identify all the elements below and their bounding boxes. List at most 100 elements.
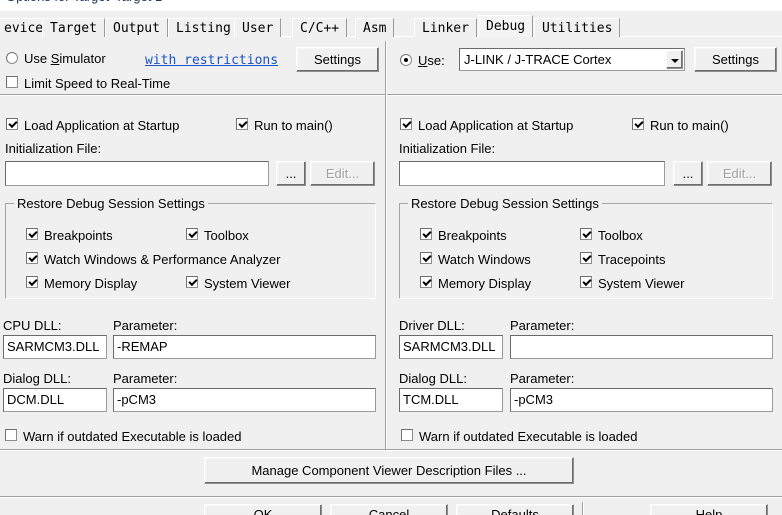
checkbox-indicator [26, 276, 38, 288]
right-toolbox-checkbox[interactable]: Toolbox [580, 228, 643, 243]
right-run-to-main-checkbox[interactable]: Run to main() [632, 118, 729, 133]
debug-panel: Use Simulator with restrictions Settings… [0, 37, 782, 515]
window-titlebar: Options for Target 'Target 1' [0, 0, 782, 11]
window-title: Options for Target 'Target 1' [6, 0, 165, 4]
left-run-to-main-label: Run to main() [254, 118, 333, 133]
limit-speed-checkbox[interactable]: Limit Speed to Real-Time [6, 76, 170, 91]
use-driver-accel: U [418, 53, 428, 68]
dialog-button-separator [582, 502, 584, 515]
driver-parameter-input[interactable] [510, 335, 773, 359]
use-driver-label: Use: [418, 53, 445, 68]
right-init-file-label: Initialization File: [399, 141, 496, 156]
use-simulator-label: Use [24, 51, 51, 66]
left-memory-display-label: Memory Display [44, 276, 138, 291]
checkbox-indicator [26, 252, 38, 264]
left-system-viewer-label: System Viewer [204, 276, 291, 291]
checkbox-indicator [400, 118, 412, 130]
simulator-settings-button[interactable]: Settings [296, 47, 379, 72]
left-init-file-label: Initialization File: [5, 141, 102, 156]
right-watch-windows-checkbox[interactable]: Watch Windows [420, 252, 531, 267]
tab-linker[interactable]: Linker [414, 18, 477, 37]
right-init-file-input[interactable] [399, 161, 665, 186]
checkbox-indicator [5, 429, 17, 441]
cancel-button[interactable]: Cancel [330, 504, 448, 515]
left-toolbox-label: Toolbox [204, 228, 249, 243]
tab-target[interactable]: Target [42, 18, 105, 37]
left-warn-outdated-label: Warn if outdated Executable is loaded [23, 429, 242, 444]
right-dialog-parameter-input[interactable]: -pCM3 [510, 388, 773, 412]
cpu-dll-input[interactable]: SARMCM3.DLL [3, 335, 107, 359]
left-edit-button: Edit... [310, 161, 375, 186]
left-breakpoints-checkbox[interactable]: Breakpoints [26, 228, 113, 243]
with-restrictions-link[interactable]: with restrictions [145, 53, 278, 68]
radio-indicator [6, 52, 18, 64]
left-warn-outdated-checkbox[interactable]: Warn if outdated Executable is loaded [5, 429, 242, 444]
right-breakpoints-checkbox[interactable]: Breakpoints [420, 228, 507, 243]
checkbox-indicator [580, 276, 592, 288]
driver-dll-input[interactable]: SARMCM3.DLL [399, 335, 503, 359]
bottom-horizontal-divider [0, 449, 782, 451]
tab-c-cpp[interactable]: C/C++ [292, 18, 348, 37]
panel-vertical-divider [385, 41, 387, 451]
defaults-button[interactable]: Defaults [456, 504, 574, 515]
left-system-viewer-checkbox[interactable]: System Viewer [186, 276, 290, 291]
right-breakpoints-label: Breakpoints [438, 228, 507, 243]
manage-component-viewer-button[interactable]: Manage Component Viewer Description File… [204, 457, 574, 484]
right-load-application-label: Load Application at Startup [418, 118, 574, 133]
right-warn-outdated-checkbox[interactable]: Warn if outdated Executable is loaded [401, 429, 638, 444]
use-simulator-radio[interactable]: Use Simulator [6, 51, 106, 66]
checkbox-indicator [26, 228, 38, 240]
left-init-file-input[interactable] [5, 161, 269, 186]
left-browse-button[interactable]: ... [276, 161, 306, 186]
left-dialog-parameter-label: Parameter: [113, 371, 178, 386]
left-dialog-dll-input[interactable]: DCM.DLL [3, 388, 107, 412]
left-restore-session-group: Restore Debug Session Settings Breakpoin… [5, 196, 376, 299]
right-load-application-checkbox[interactable]: Load Application at Startup [400, 118, 573, 133]
use-driver-radio[interactable]: Use: [400, 53, 445, 68]
radio-indicator [400, 54, 412, 66]
chevron-down-icon[interactable] [666, 50, 683, 69]
checkbox-indicator [186, 276, 198, 288]
right-tracepoints-checkbox[interactable]: Tracepoints [580, 252, 665, 267]
left-dialog-parameter-input[interactable]: -pCM3 [113, 388, 376, 412]
right-restore-session-title: Restore Debug Session Settings [408, 196, 602, 211]
right-edit-button: Edit... [707, 161, 772, 186]
driver-settings-button[interactable]: Settings [694, 47, 777, 72]
right-memory-display-checkbox[interactable]: Memory Display [420, 276, 531, 291]
left-watch-windows-label: Watch Windows & Performance Analyzer [44, 252, 281, 267]
tab-listing[interactable]: Listing [168, 18, 239, 37]
right-watch-windows-label: Watch Windows [438, 252, 531, 267]
right-system-viewer-label: System Viewer [598, 276, 685, 291]
driver-select-value: J-LINK / J-TRACE Cortex [464, 52, 612, 67]
right-system-viewer-checkbox[interactable]: System Viewer [580, 276, 684, 291]
left-load-application-checkbox[interactable]: Load Application at Startup [6, 118, 179, 133]
dialog-button-bar: OK Cancel Defaults Help [0, 496, 782, 515]
checkbox-indicator [6, 118, 18, 130]
limit-speed-label: Limit Speed to Real-Time [24, 76, 171, 91]
help-button[interactable]: Help [650, 504, 768, 515]
left-watch-windows-checkbox[interactable]: Watch Windows & Performance Analyzer [26, 252, 281, 267]
left-toolbox-checkbox[interactable]: Toolbox [186, 228, 249, 243]
tab-user[interactable]: User [234, 18, 282, 37]
tab-debug[interactable]: Debug [478, 15, 534, 37]
driver-dll-label: Driver DLL: [399, 318, 465, 333]
left-memory-display-checkbox[interactable]: Memory Display [26, 276, 137, 291]
checkbox-indicator [580, 228, 592, 240]
tab-utilities[interactable]: Utilities [534, 18, 621, 37]
right-memory-display-label: Memory Display [438, 276, 532, 291]
checkbox-indicator [6, 76, 18, 88]
driver-select[interactable]: J-LINK / J-TRACE Cortex [459, 48, 685, 71]
left-load-application-label: Load Application at Startup [24, 118, 180, 133]
checkbox-indicator [632, 118, 644, 130]
tab-asm[interactable]: Asm [355, 18, 395, 37]
right-dialog-parameter-label: Parameter: [510, 371, 575, 386]
ok-button[interactable]: OK [204, 504, 322, 515]
cpu-parameter-input[interactable]: -REMAP [113, 335, 376, 359]
right-browse-button[interactable]: ... [673, 161, 703, 186]
right-warn-outdated-label: Warn if outdated Executable is loaded [419, 429, 638, 444]
right-dialog-dll-input[interactable]: TCM.DLL [399, 388, 503, 412]
tab-output[interactable]: Output [105, 18, 168, 37]
driver-parameter-label: Parameter: [510, 318, 575, 333]
right-tracepoints-label: Tracepoints [598, 252, 666, 267]
left-run-to-main-checkbox[interactable]: Run to main() [236, 118, 333, 133]
